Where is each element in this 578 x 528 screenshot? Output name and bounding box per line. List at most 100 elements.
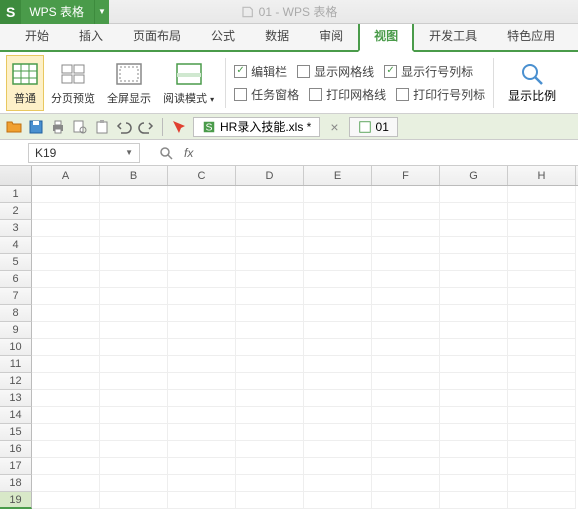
cell-E8[interactable]: [304, 305, 372, 322]
cell-D12[interactable]: [236, 373, 304, 390]
column-header-D[interactable]: D: [236, 166, 304, 185]
tab-特色应用[interactable]: 特色应用: [492, 20, 570, 50]
row-header-11[interactable]: 11: [0, 356, 32, 373]
cell-A7[interactable]: [32, 288, 100, 305]
cell-C7[interactable]: [168, 288, 236, 305]
row-header-19[interactable]: 19: [0, 492, 32, 509]
cell-G12[interactable]: [440, 373, 508, 390]
tab-公式[interactable]: 公式: [196, 20, 250, 50]
cell-C11[interactable]: [168, 356, 236, 373]
checkbox-打印行号列标[interactable]: 打印行号列标: [396, 86, 485, 103]
cell-A10[interactable]: [32, 339, 100, 356]
row-header-14[interactable]: 14: [0, 407, 32, 424]
cell-G15[interactable]: [440, 424, 508, 441]
cell-C14[interactable]: [168, 407, 236, 424]
cell-B12[interactable]: [100, 373, 168, 390]
open-icon[interactable]: [6, 119, 22, 135]
cell-B18[interactable]: [100, 475, 168, 492]
row-header-15[interactable]: 15: [0, 424, 32, 441]
cell-G5[interactable]: [440, 254, 508, 271]
cell-C4[interactable]: [168, 237, 236, 254]
checkbox-显示网格线[interactable]: 显示网格线: [297, 63, 374, 80]
cell-F13[interactable]: [372, 390, 440, 407]
cell-B15[interactable]: [100, 424, 168, 441]
row-header-16[interactable]: 16: [0, 441, 32, 458]
cell-C8[interactable]: [168, 305, 236, 322]
cell-G1[interactable]: [440, 186, 508, 203]
row-header-10[interactable]: 10: [0, 339, 32, 356]
cell-D15[interactable]: [236, 424, 304, 441]
print-preview-icon[interactable]: [72, 119, 88, 135]
cell-D6[interactable]: [236, 271, 304, 288]
tab-审阅[interactable]: 审阅: [304, 20, 358, 50]
cell-B1[interactable]: [100, 186, 168, 203]
cell-D1[interactable]: [236, 186, 304, 203]
cell-C2[interactable]: [168, 203, 236, 220]
cell-F3[interactable]: [372, 220, 440, 237]
cell-B7[interactable]: [100, 288, 168, 305]
cell-H1[interactable]: [508, 186, 576, 203]
cell-B13[interactable]: [100, 390, 168, 407]
cell-D17[interactable]: [236, 458, 304, 475]
cell-A17[interactable]: [32, 458, 100, 475]
cell-B2[interactable]: [100, 203, 168, 220]
cell-C5[interactable]: [168, 254, 236, 271]
cell-B5[interactable]: [100, 254, 168, 271]
cell-E3[interactable]: [304, 220, 372, 237]
column-header-E[interactable]: E: [304, 166, 372, 185]
cell-D5[interactable]: [236, 254, 304, 271]
cell-F17[interactable]: [372, 458, 440, 475]
cell-E13[interactable]: [304, 390, 372, 407]
cell-H10[interactable]: [508, 339, 576, 356]
column-header-B[interactable]: B: [100, 166, 168, 185]
cell-G9[interactable]: [440, 322, 508, 339]
cell-A3[interactable]: [32, 220, 100, 237]
cell-H14[interactable]: [508, 407, 576, 424]
cell-G8[interactable]: [440, 305, 508, 322]
cell-A5[interactable]: [32, 254, 100, 271]
cell-G17[interactable]: [440, 458, 508, 475]
cell-G4[interactable]: [440, 237, 508, 254]
cell-F6[interactable]: [372, 271, 440, 288]
cell-H3[interactable]: [508, 220, 576, 237]
cell-A13[interactable]: [32, 390, 100, 407]
name-box[interactable]: K19 ▼: [28, 143, 140, 163]
fx-label[interactable]: fx: [184, 146, 193, 160]
cell-F14[interactable]: [372, 407, 440, 424]
cell-H16[interactable]: [508, 441, 576, 458]
cell-E6[interactable]: [304, 271, 372, 288]
checkbox-编辑栏[interactable]: ✓编辑栏: [234, 63, 287, 80]
cell-F18[interactable]: [372, 475, 440, 492]
checkbox-任务窗格[interactable]: 任务窗格: [234, 86, 299, 103]
view-普通-button[interactable]: 普通: [6, 55, 44, 111]
cell-E16[interactable]: [304, 441, 372, 458]
cell-A4[interactable]: [32, 237, 100, 254]
cell-D9[interactable]: [236, 322, 304, 339]
document-tab-2[interactable]: 01: [349, 117, 398, 137]
cell-B19[interactable]: [100, 492, 168, 509]
row-header-7[interactable]: 7: [0, 288, 32, 305]
column-header-A[interactable]: A: [32, 166, 100, 185]
row-header-6[interactable]: 6: [0, 271, 32, 288]
cell-H4[interactable]: [508, 237, 576, 254]
cell-D11[interactable]: [236, 356, 304, 373]
cell-B3[interactable]: [100, 220, 168, 237]
cell-A2[interactable]: [32, 203, 100, 220]
row-header-12[interactable]: 12: [0, 373, 32, 390]
wps-logo-icon[interactable]: S: [0, 0, 21, 24]
search-icon[interactable]: [158, 145, 174, 161]
cell-E5[interactable]: [304, 254, 372, 271]
cell-G6[interactable]: [440, 271, 508, 288]
cell-B9[interactable]: [100, 322, 168, 339]
cell-E15[interactable]: [304, 424, 372, 441]
cell-H19[interactable]: [508, 492, 576, 509]
cell-A8[interactable]: [32, 305, 100, 322]
column-header-C[interactable]: C: [168, 166, 236, 185]
tab-插入[interactable]: 插入: [64, 20, 118, 50]
cell-E12[interactable]: [304, 373, 372, 390]
cell-C16[interactable]: [168, 441, 236, 458]
cell-D2[interactable]: [236, 203, 304, 220]
cell-C9[interactable]: [168, 322, 236, 339]
cell-B11[interactable]: [100, 356, 168, 373]
cell-E10[interactable]: [304, 339, 372, 356]
